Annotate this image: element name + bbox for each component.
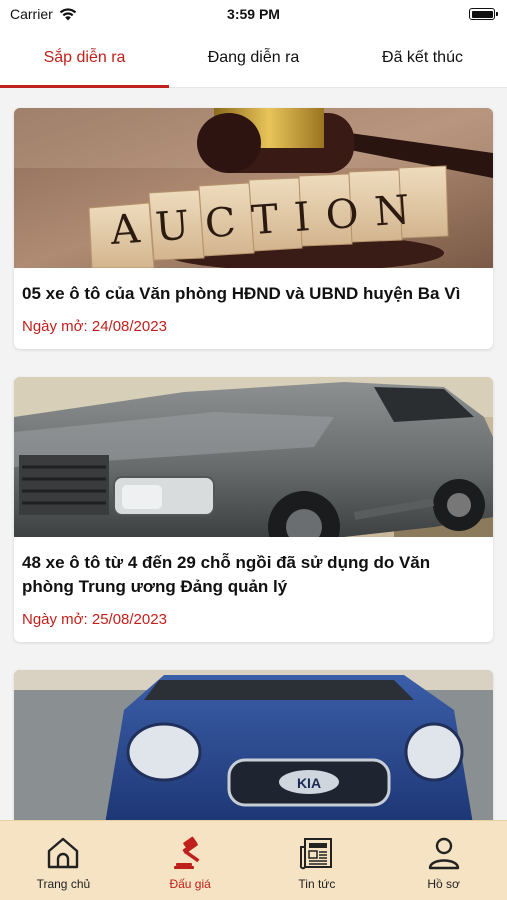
- card-body: 05 xe ô tô của Văn phòng HĐND và UBND hu…: [14, 268, 493, 349]
- card-open-date: Ngày mở: 25/08/2023: [22, 611, 167, 628]
- status-left: Carrier: [10, 6, 77, 22]
- tab-finished[interactable]: Đã kết thúc: [338, 28, 507, 87]
- tab-ongoing[interactable]: Đang diễn ra: [169, 28, 338, 87]
- auction-image: [14, 377, 493, 537]
- auction-card[interactable]: KIA: [14, 670, 493, 820]
- newspaper-icon: [299, 838, 332, 870]
- nav-label: Hồ sơ: [427, 877, 460, 891]
- gavel-icon: [174, 836, 200, 869]
- battery-icon: [469, 8, 498, 20]
- status-bar: Carrier 3:59 PM: [0, 0, 507, 28]
- auction-card[interactable]: AUCTION 05 xe ô tô của Văn phòng HĐND và…: [14, 108, 493, 349]
- card-title: 48 xe ô tô từ 4 đến 29 chỗ ngồi đã sử dụ…: [22, 553, 431, 596]
- nav-label: Tin tức: [298, 877, 336, 891]
- nav-profile[interactable]: Hồ sơ: [380, 821, 507, 900]
- profile-icon: [428, 837, 459, 870]
- nav-label: Trang chủ: [36, 877, 91, 891]
- status-time: 3:59 PM: [227, 6, 280, 22]
- bottom-nav: Trang chủ Đấu giá Tin tức Hồ sơ: [0, 820, 507, 900]
- card-body: 48 xe ô tô từ 4 đến 29 chỗ ngồi đã sử dụ…: [14, 537, 493, 642]
- nav-home[interactable]: Trang chủ: [0, 821, 127, 900]
- kia-logo-text: KIA: [297, 775, 321, 791]
- auction-list: AUCTION 05 xe ô tô của Văn phòng HĐND và…: [0, 88, 507, 820]
- carrier-label: Carrier: [10, 6, 53, 22]
- nav-label: Đấu giá: [169, 877, 211, 891]
- nav-news[interactable]: Tin tức: [254, 821, 381, 900]
- auction-card[interactable]: 48 xe ô tô từ 4 đến 29 chỗ ngồi đã sử dụ…: [14, 377, 493, 642]
- card-title: 05 xe ô tô của Văn phòng HĐND và UBND hu…: [22, 284, 461, 303]
- home-icon: [48, 837, 79, 869]
- auction-image: KIA: [14, 670, 493, 820]
- auction-image: AUCTION: [14, 108, 493, 268]
- card-open-date: Ngày mở: 24/08/2023: [22, 318, 167, 335]
- nav-auction[interactable]: Đấu giá: [127, 821, 254, 900]
- tab-bar: Sắp diễn ra Đang diễn ra Đã kết thúc: [0, 28, 507, 88]
- wifi-icon: [59, 7, 76, 20]
- tab-upcoming[interactable]: Sắp diễn ra: [0, 28, 169, 88]
